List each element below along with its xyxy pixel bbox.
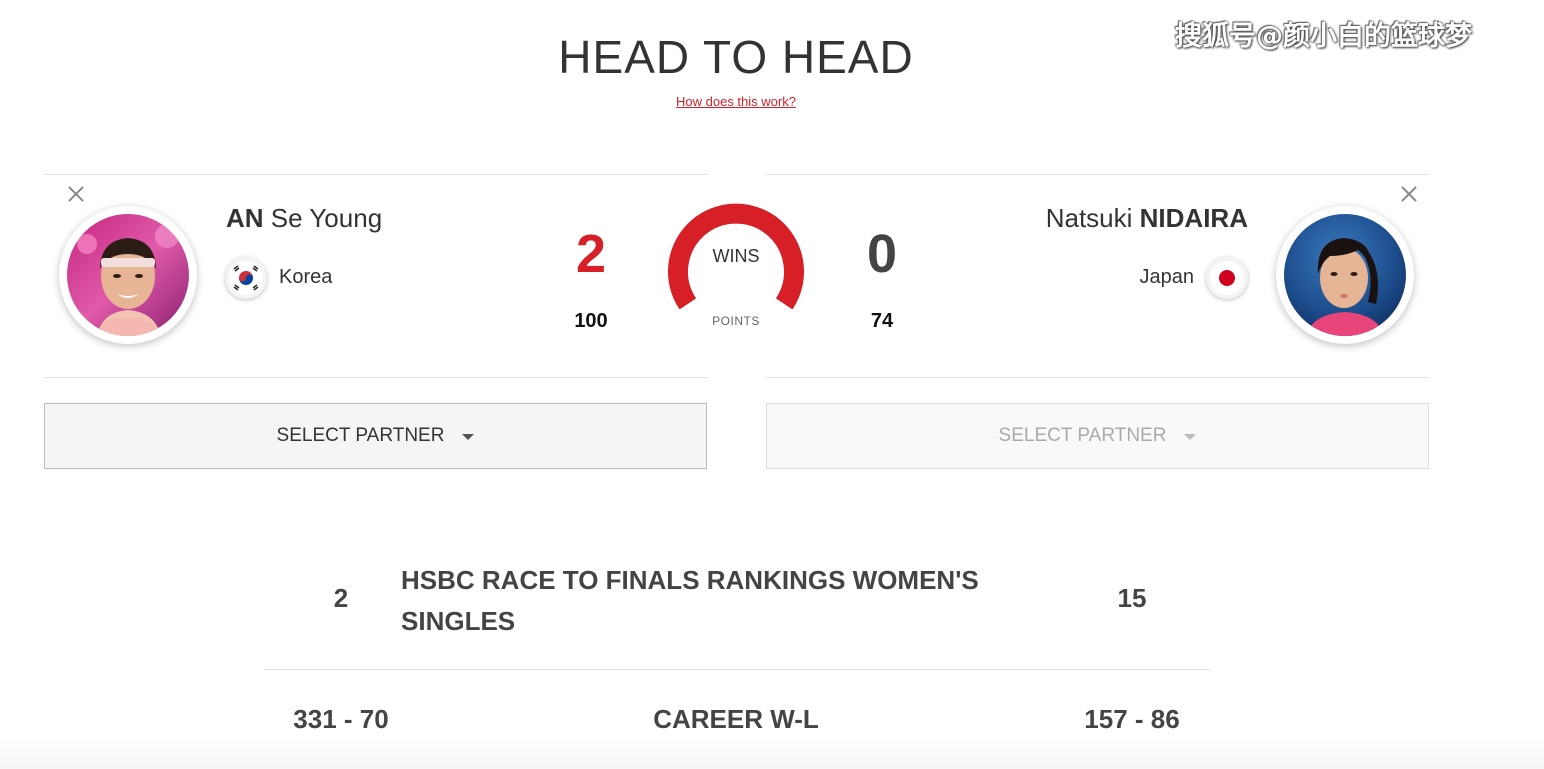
divider-right-bottom [766,377,1429,378]
player2-name[interactable]: Natsuki NIDAIRA [1046,203,1248,234]
player2-given-name: Natsuki [1045,203,1133,233]
stat-ranking-right: 15 [1117,583,1147,613]
stat-career-left: 331 - 70 [293,704,389,734]
how-does-this-work-link[interactable]: How does this work? [0,94,1472,109]
player2-surname: NIDAIRA [1139,203,1248,233]
divider-left-top [44,174,708,175]
player1-country: Korea [279,266,333,288]
player1-name[interactable]: AN Se Young [226,203,382,234]
player1-wins: 2 [575,224,607,284]
stat-ranking-label: HSBC RACE TO FINALS RANKINGS WOMEN'S SIN… [401,565,979,636]
caret-down-icon [462,434,475,440]
player1-photo [67,214,189,336]
player2-points: 74 [870,310,894,332]
player2-select-partner-label: SELECT PARTNER [998,425,1167,446]
gauge-wins-label: WINS [712,246,760,266]
bottom-fade [0,735,1544,769]
japan-flag-icon [1206,257,1248,299]
korea-flag-icon [225,257,267,299]
player2-avatar [1276,206,1414,344]
player1-points: 100 [574,310,608,332]
stat-ranking-left: 2 [333,583,349,613]
player1-surname: AN [226,203,264,233]
stat-career-label: CAREER W-L [653,704,819,734]
gauge-points-label: POINTS [712,314,760,328]
remove-player2-close-icon[interactable] [1398,183,1420,205]
remove-player1-close-icon[interactable] [65,183,87,205]
divider-right-top [766,174,1429,175]
player2-country: Japan [1139,266,1195,288]
player1-avatar [59,206,197,344]
player1-select-partner-dropdown[interactable]: SELECT PARTNER [44,403,707,469]
page-title: HEAD TO HEAD [558,31,914,83]
player2-photo [1284,214,1406,336]
player1-given-name: Se Young [270,203,383,233]
player1-select-partner-label: SELECT PARTNER [276,425,445,446]
player2-select-partner-dropdown[interactable]: SELECT PARTNER [766,403,1429,469]
divider-left-bottom [44,377,708,378]
player2-wins: 0 [866,224,898,284]
stat-career-right: 157 - 86 [1084,704,1180,734]
caret-down-icon [1184,434,1197,440]
stats-divider [264,669,1210,670]
